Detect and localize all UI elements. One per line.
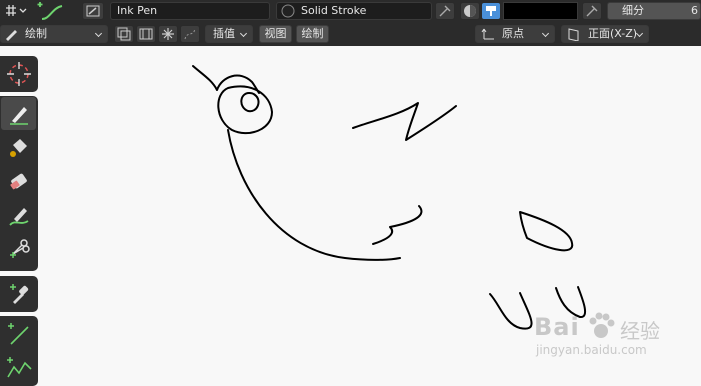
bird-eye-stroke <box>240 92 260 113</box>
snap-button[interactable] <box>158 25 178 43</box>
material-field[interactable]: Solid Stroke <box>276 2 432 20</box>
origin-axes-icon <box>481 28 494 40</box>
material-name: Solid Stroke <box>301 4 367 17</box>
line-icon <box>7 322 29 345</box>
eraser-icon <box>9 173 27 189</box>
origin-label: 原点 <box>502 27 524 40</box>
tint-brush-icon <box>8 207 29 226</box>
pin-icon <box>439 5 451 17</box>
plane-label: 正面(X-Z) <box>588 27 638 40</box>
paw-logo-icon <box>589 312 615 338</box>
tool-shelf <box>0 56 38 386</box>
mode-label: 绘制 <box>25 27 47 40</box>
polyline-tool[interactable] <box>1 351 36 384</box>
multiframe-button[interactable] <box>136 25 156 43</box>
line-tool[interactable] <box>1 317 36 350</box>
watermark-brand: Bai <box>534 313 580 341</box>
frames-icon <box>139 28 153 40</box>
brush-name-field[interactable]: Ink Pen <box>110 2 270 20</box>
draw-tool[interactable] <box>1 97 36 130</box>
fill-tool[interactable] <box>1 131 36 164</box>
layers-icon <box>117 27 131 41</box>
pin-color-button[interactable] <box>582 2 602 20</box>
grease-pencil-editor-icon <box>6 5 27 16</box>
bird-body-stroke <box>227 129 401 261</box>
cutter-tool[interactable] <box>1 233 36 266</box>
tint-tool[interactable] <box>1 199 36 232</box>
shape-tools-group <box>0 316 38 386</box>
watermark-url: jingyan.baidu.com <box>536 343 647 357</box>
interpolate-label: 插值 <box>213 27 235 40</box>
guides-button[interactable] <box>180 25 200 43</box>
dotted-path-icon <box>184 28 196 40</box>
eyedropper-icon <box>9 283 28 304</box>
eyedropper-group <box>0 276 38 312</box>
tool-settings-bar: 绘制 插值 视图 绘制 原点 正面(X-Z) <box>0 22 701 46</box>
subdivide-slider[interactable]: 细分 6 <box>607 2 701 20</box>
brush-settings-button[interactable] <box>82 2 104 20</box>
vertex-paint-icon <box>486 6 496 16</box>
brush-stroke-icon <box>37 2 63 20</box>
erase-tool[interactable] <box>1 165 36 198</box>
cursor-group <box>0 56 38 92</box>
fill-bucket-icon <box>9 138 27 157</box>
pin-material-button[interactable] <box>435 2 455 20</box>
watermark-brand2: 经验 <box>620 319 660 343</box>
pin-icon <box>586 5 598 17</box>
pencil-mode-icon <box>6 30 17 41</box>
view-menu[interactable]: 视图 <box>259 25 292 43</box>
subdivide-value: 6 <box>691 4 698 17</box>
bird-feather-stroke <box>372 205 423 245</box>
shading-sphere-icon <box>464 5 476 17</box>
plane-icon <box>568 28 579 41</box>
material-sphere-icon <box>281 4 295 18</box>
scissors-icon <box>9 238 30 258</box>
brush-preview[interactable] <box>34 0 76 22</box>
draw-pen-icon <box>9 106 28 125</box>
bird-wing-stroke <box>352 102 457 141</box>
top-header-bar: Ink Pen Solid Stroke 细分 6 <box>0 0 701 22</box>
bird-left-foot-stroke <box>489 292 533 330</box>
vertex-color-toggle[interactable] <box>481 2 501 20</box>
baidu-watermark: Bai 经验 jingyan.baidu.com <box>530 305 700 365</box>
interpolate-dropdown[interactable]: 插值 <box>205 25 253 43</box>
onion-skin-button[interactable] <box>114 25 134 43</box>
polyline-icon <box>6 356 32 377</box>
bird-tail-stroke <box>519 211 574 252</box>
eyedropper-tool[interactable] <box>1 277 36 310</box>
subdivide-label: 细分 <box>622 4 644 17</box>
brush-icon <box>86 5 100 17</box>
vertex-color-swatch[interactable] <box>503 2 578 20</box>
draw-menu[interactable]: 绘制 <box>296 25 329 43</box>
editor-type-button[interactable] <box>2 2 30 20</box>
color-mode-button[interactable] <box>460 2 480 20</box>
sparkle-icon <box>162 28 174 40</box>
cursor-crosshair-icon <box>6 61 31 86</box>
cursor-tool[interactable] <box>1 57 36 90</box>
paint-tools-group <box>0 96 38 271</box>
